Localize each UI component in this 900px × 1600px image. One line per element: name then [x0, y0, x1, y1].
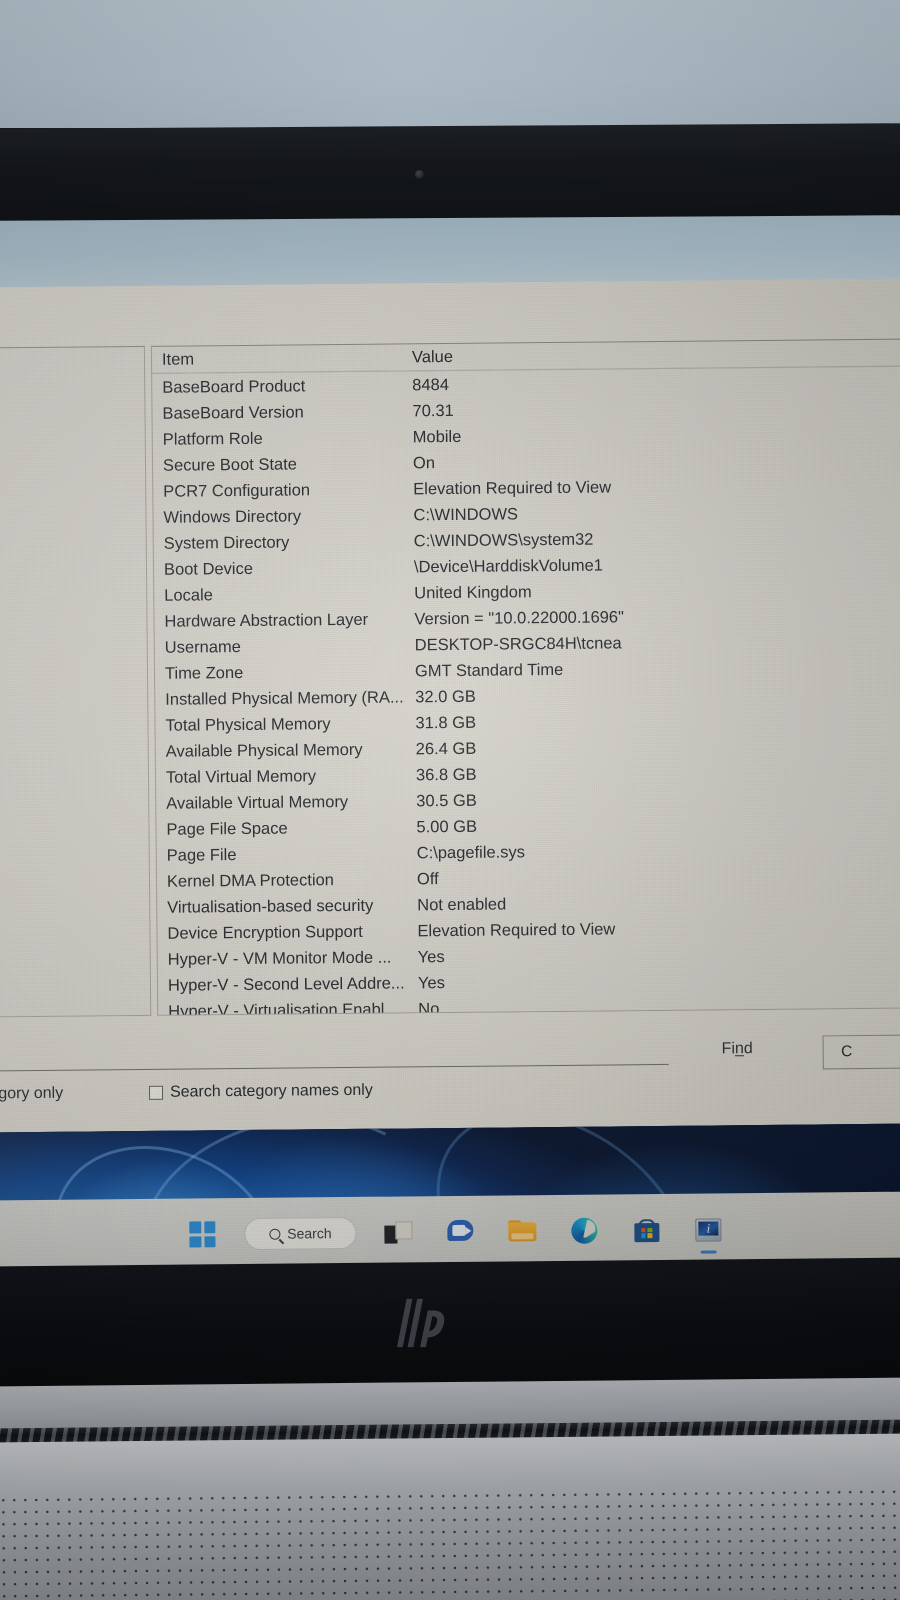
cell-item: Page File Space	[166, 819, 288, 839]
window-body: Item Value BaseBoard Product 8484 BaseBoar…	[0, 338, 900, 1018]
start-button[interactable]	[182, 1214, 222, 1254]
search-icon	[269, 1228, 281, 1240]
task-view-button[interactable]	[378, 1212, 418, 1252]
webcam-icon	[415, 170, 424, 179]
search-category-names-checkbox[interactable]: Search category names only	[148, 1081, 373, 1102]
search-box-label: Search	[287, 1225, 332, 1242]
cell-item: Time Zone	[164, 663, 244, 683]
cell-item: Locale	[164, 586, 213, 605]
search-selected-category-label: category only	[0, 1084, 64, 1103]
cell-item: System Directory	[163, 533, 290, 553]
folder-icon	[508, 1220, 537, 1242]
details-pane[interactable]: Item Value BaseBoard Product 8484 BaseBoar…	[150, 338, 900, 1016]
cell-item: Total Virtual Memory	[165, 767, 317, 787]
chat-button[interactable]	[440, 1212, 480, 1252]
table-body: BaseBoard Product 8484 BaseBoard Version 70…	[152, 366, 900, 1016]
find-button-label: Find	[721, 1040, 753, 1058]
laptop-top-bezel	[0, 123, 900, 225]
cell-item: Windows Directory	[163, 507, 302, 527]
edge-icon	[571, 1217, 598, 1244]
wall-background	[0, 0, 900, 128]
edge-button[interactable]	[564, 1211, 604, 1251]
checkbox-box-category-names	[148, 1085, 164, 1100]
find-options-row: category only Search category names only	[0, 1073, 900, 1122]
laptop-screen: Item Value BaseBoard Product 8484 BaseBoar…	[0, 278, 900, 1273]
chat-icon	[447, 1219, 474, 1244]
cell-item: Installed Physical Memory (RA...	[165, 688, 404, 709]
find-what-input[interactable]	[0, 1034, 669, 1073]
column-header-item[interactable]: Item	[152, 344, 402, 373]
search-box[interactable]: Search	[244, 1216, 357, 1251]
cell-item: Available Physical Memory	[165, 740, 363, 761]
cell-item: Hyper-V - VM Monitor Mode ...	[167, 948, 392, 969]
cell-item: Hardware Abstraction Layer	[164, 610, 369, 631]
system-information-window: Item Value BaseBoard Product 8484 BaseBoar…	[0, 278, 900, 1133]
cell-item: Available Virtual Memory	[166, 792, 349, 813]
cell-item: Page File	[166, 846, 237, 865]
laptop-keyboard-deck	[0, 1433, 900, 1600]
store-bag-icon	[633, 1218, 659, 1242]
close-find-label: C	[840, 1043, 853, 1061]
find-row: Find C	[0, 1023, 900, 1076]
cell-item: Device Encryption Support	[167, 922, 363, 943]
system-information-button[interactable]	[688, 1209, 728, 1254]
system-information-table: Item Value BaseBoard Product 8484 BaseBoar…	[151, 339, 900, 1016]
cell-item: Username	[164, 638, 241, 657]
search-category-names-label: Search category names only	[169, 1081, 373, 1101]
windows-logo-icon	[189, 1221, 216, 1248]
active-window-indicator	[700, 1250, 717, 1254]
window-bottom-controls: Find C category only Search category nam…	[0, 1008, 900, 1133]
system-information-icon	[695, 1217, 722, 1242]
find-button[interactable]: Find	[722, 1040, 753, 1058]
close-find-button[interactable]: C	[822, 1034, 900, 1070]
category-tree-pane[interactable]	[0, 345, 152, 1018]
cell-item: PCR7 Configuration	[163, 481, 311, 501]
cell-item: Hyper-V - Second Level Addre...	[167, 974, 405, 995]
cell-item: Kernel DMA Protection	[166, 871, 335, 891]
cell-item: BaseBoard Version	[162, 403, 304, 423]
cell-item: Secure Boot State	[162, 455, 298, 475]
file-explorer-button[interactable]	[502, 1211, 542, 1251]
cell-item: BaseBoard Product	[162, 377, 306, 397]
cell-item: Boot Device	[163, 559, 254, 579]
store-button[interactable]	[626, 1210, 666, 1250]
cell-item: Platform Role	[162, 429, 263, 449]
cell-item: Virtualisation-based security	[167, 896, 374, 917]
cell-item: Total Physical Memory	[165, 715, 331, 735]
task-view-icon	[384, 1221, 413, 1244]
hp-logo-icon	[396, 1298, 445, 1348]
photo-of-laptop-screen: Item Value BaseBoard Product 8484 BaseBoar…	[0, 0, 900, 1600]
search-selected-category-checkbox[interactable]: category only	[0, 1085, 63, 1104]
